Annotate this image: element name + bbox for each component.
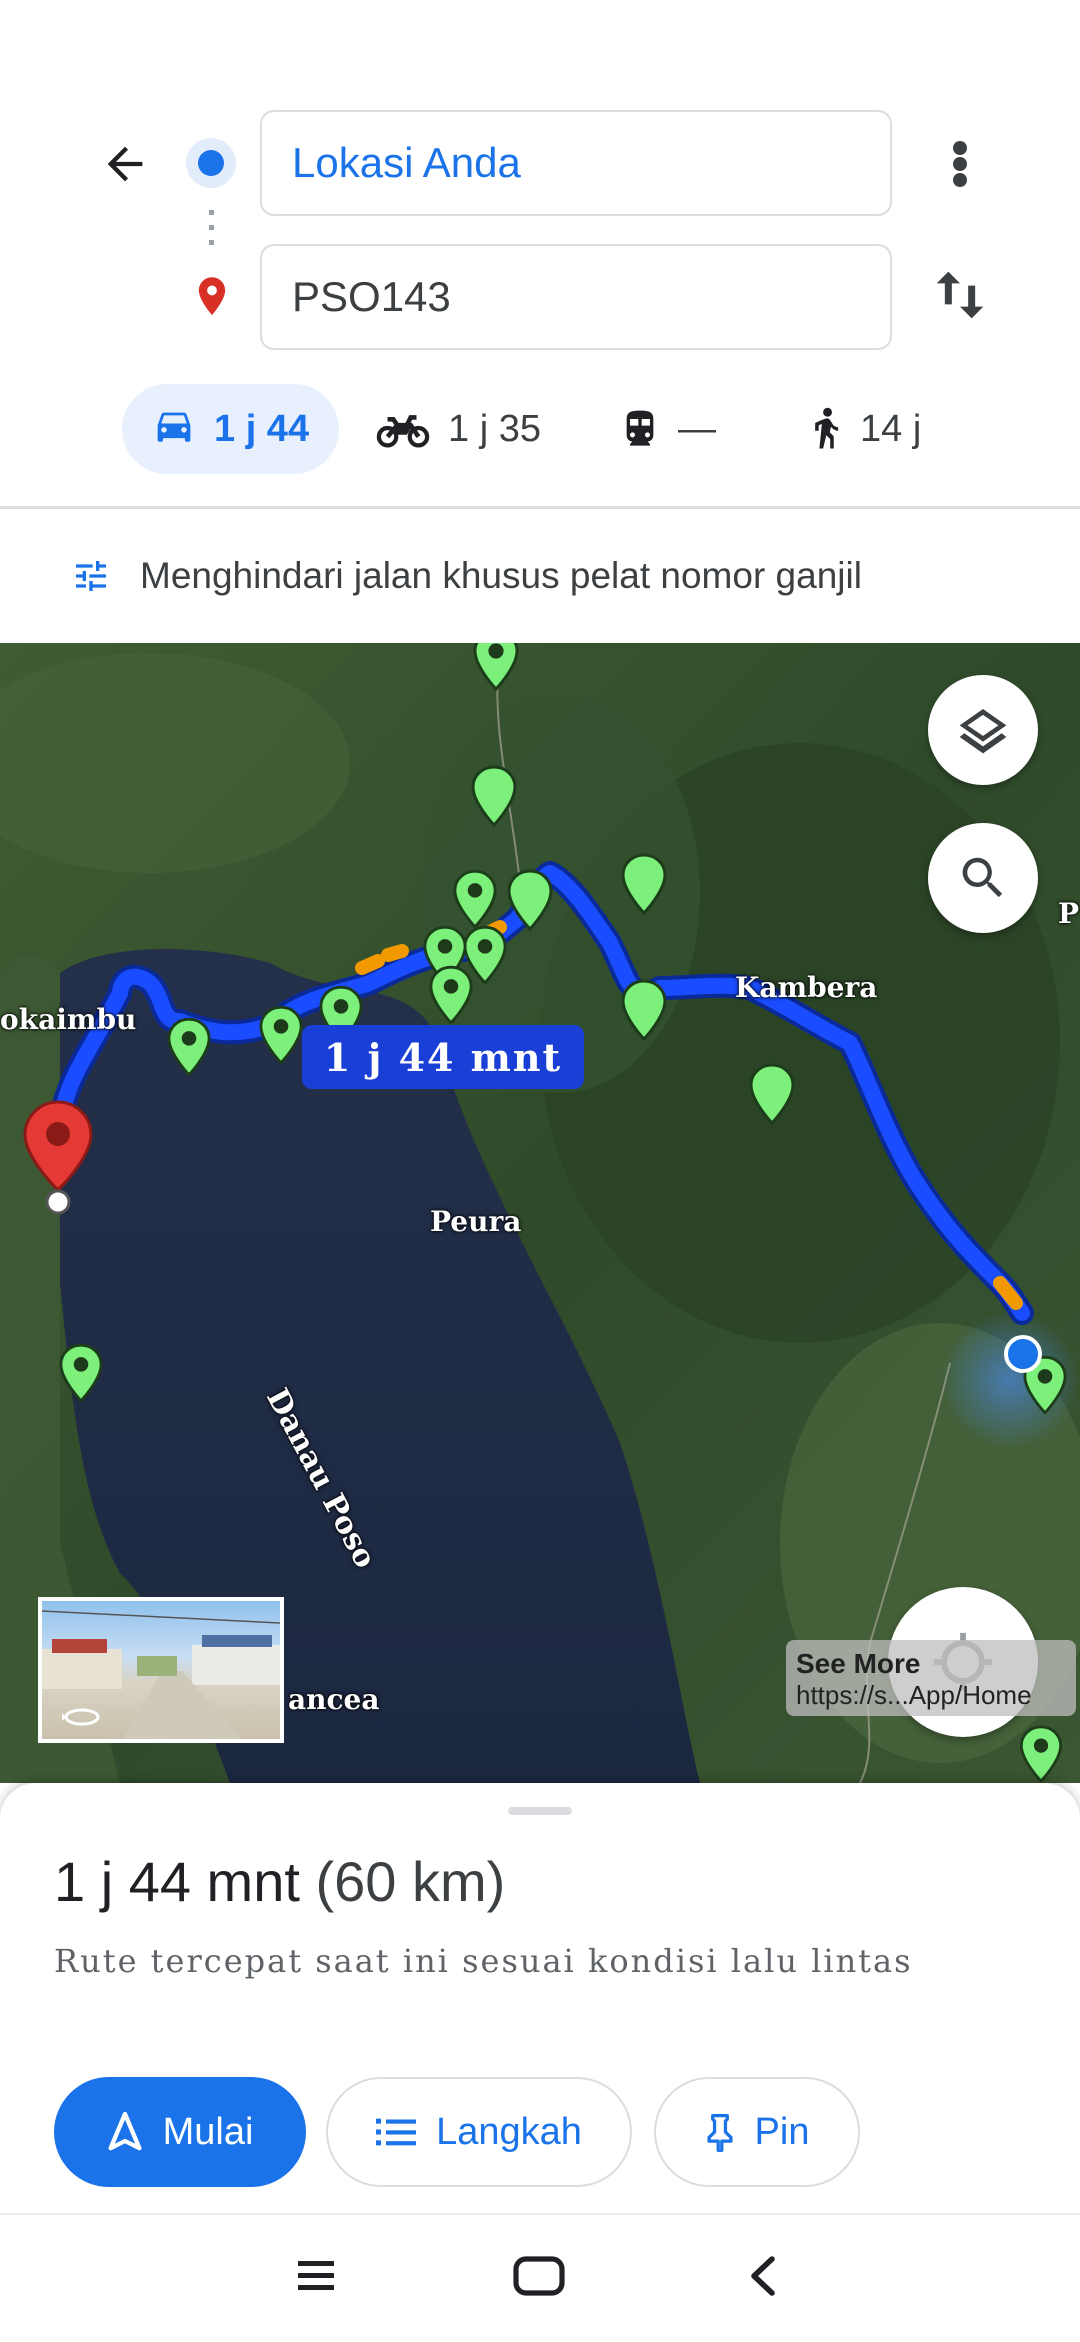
route-duration-bubble[interactable]: 1 j 44 mnt bbox=[302, 1025, 584, 1089]
list-icon bbox=[376, 2118, 417, 2146]
mode-transit-label: — bbox=[678, 407, 716, 450]
map-label-kaimbu: okaimbu bbox=[0, 1003, 137, 1036]
route-options-text: Menghindari jalan khusus pelat nomor gan… bbox=[140, 555, 862, 596]
tune-icon bbox=[76, 561, 106, 591]
map-label-kambera: Kambera bbox=[735, 971, 878, 1004]
map-label-peura: Peura bbox=[430, 1205, 522, 1238]
steps-button-label: Langkah bbox=[436, 2110, 582, 2153]
mode-transit-tab[interactable]: — bbox=[620, 384, 716, 474]
route-connector-dots bbox=[209, 210, 214, 254]
pin-button[interactable]: Pin bbox=[654, 2077, 860, 2187]
more-vert-icon bbox=[953, 141, 967, 187]
place-pin-icon[interactable] bbox=[166, 1017, 212, 1077]
destination-pin-icon bbox=[198, 277, 226, 316]
directions-header: Lokasi Anda PSO143 1 j 44 1 j 35 — 14 j bbox=[0, 0, 1080, 508]
current-location-dot bbox=[1004, 1335, 1042, 1373]
pin-button-label: Pin bbox=[754, 2110, 810, 2153]
home-icon[interactable] bbox=[512, 2253, 566, 2299]
place-pin-icon[interactable] bbox=[1018, 1725, 1064, 1783]
layers-button[interactable] bbox=[928, 675, 1038, 785]
route-summary-title: 1 j 44 mnt (60 km) bbox=[54, 1849, 505, 1914]
place-pin-icon[interactable] bbox=[258, 1005, 304, 1065]
route-options-row[interactable]: Menghindari jalan khusus pelat nomor gan… bbox=[0, 509, 1080, 643]
place-pin-icon[interactable] bbox=[620, 853, 668, 915]
destination-input[interactable]: PSO143 bbox=[260, 244, 892, 350]
navigation-arrow-icon bbox=[108, 2112, 142, 2151]
origin-input[interactable]: Lokasi Anda bbox=[260, 110, 892, 216]
mode-motorcycle-tab[interactable]: 1 j 35 bbox=[376, 384, 541, 474]
map-view[interactable]: okaimbu Kambera Peura Danau Poso ancea P… bbox=[0, 643, 1080, 1783]
place-pin-icon[interactable] bbox=[452, 869, 498, 929]
place-pin-icon[interactable] bbox=[470, 765, 518, 827]
mode-car-tab[interactable]: 1 j 44 bbox=[122, 384, 340, 474]
street-view-thumbnail[interactable] bbox=[38, 1597, 284, 1743]
mode-walk-label: 14 j bbox=[860, 407, 922, 450]
car-icon bbox=[157, 412, 191, 442]
place-pin-icon[interactable] bbox=[58, 1343, 104, 1403]
walk-icon bbox=[815, 407, 839, 449]
map-label-edge: P bbox=[1058, 897, 1080, 930]
mode-walk-tab[interactable]: 14 j bbox=[806, 384, 921, 474]
more-options-button[interactable] bbox=[930, 120, 990, 208]
place-pin-icon[interactable] bbox=[506, 869, 554, 931]
route-summary-sheet[interactable]: 1 j 44 mnt (60 km) Rute tercepat saat in… bbox=[0, 1783, 1080, 2213]
place-pin-icon[interactable] bbox=[428, 965, 474, 1025]
recent-apps-icon[interactable] bbox=[296, 2257, 336, 2293]
steps-button[interactable]: Langkah bbox=[326, 2077, 632, 2187]
route-duration-bubble-text: 1 j 44 mnt bbox=[323, 1034, 563, 1080]
swap-vertical-icon bbox=[936, 271, 984, 319]
place-pin-icon[interactable] bbox=[472, 643, 520, 691]
sheet-drag-handle[interactable] bbox=[508, 1807, 572, 1815]
motorcycle-icon bbox=[376, 415, 430, 448]
route-distance: (60 km) bbox=[315, 1850, 506, 1913]
place-pin-icon[interactable] bbox=[748, 1063, 796, 1125]
layers-icon bbox=[959, 709, 1007, 754]
destination-input-text: PSO143 bbox=[292, 273, 451, 320]
watermark-title: See More bbox=[796, 1648, 921, 1679]
origin-dot-icon bbox=[186, 138, 236, 188]
start-button-label: Mulai bbox=[162, 2110, 254, 2153]
route-duration: 1 j 44 mnt bbox=[54, 1850, 300, 1913]
place-pin-icon[interactable] bbox=[620, 979, 668, 1041]
promo-watermark: See More https://s...App/Home bbox=[786, 1640, 1076, 1716]
back-button[interactable] bbox=[90, 120, 160, 208]
back-nav-icon[interactable] bbox=[748, 2255, 778, 2297]
street-view-rotate-icon bbox=[62, 1708, 100, 1726]
start-navigation-button[interactable]: Mulai bbox=[54, 2077, 306, 2187]
map-label-tentena: ancea bbox=[288, 1683, 380, 1716]
train-icon bbox=[626, 410, 654, 446]
pin-icon bbox=[706, 2114, 733, 2152]
mode-motorcycle-label: 1 j 35 bbox=[448, 407, 541, 450]
mode-car-label: 1 j 44 bbox=[214, 407, 310, 450]
origin-input-text: Lokasi Anda bbox=[292, 139, 521, 186]
watermark-url: https://s...App/Home bbox=[796, 1680, 1032, 1710]
search-along-route-button[interactable] bbox=[928, 823, 1038, 933]
route-description: Rute tercepat saat ini sesuai kondisi la… bbox=[54, 1942, 913, 1980]
search-icon bbox=[962, 857, 1003, 898]
destination-marker-icon[interactable] bbox=[20, 1098, 96, 1216]
system-navigation-bar bbox=[0, 2213, 1080, 2342]
back-arrow-icon bbox=[107, 146, 143, 182]
swap-button[interactable] bbox=[920, 250, 1000, 340]
